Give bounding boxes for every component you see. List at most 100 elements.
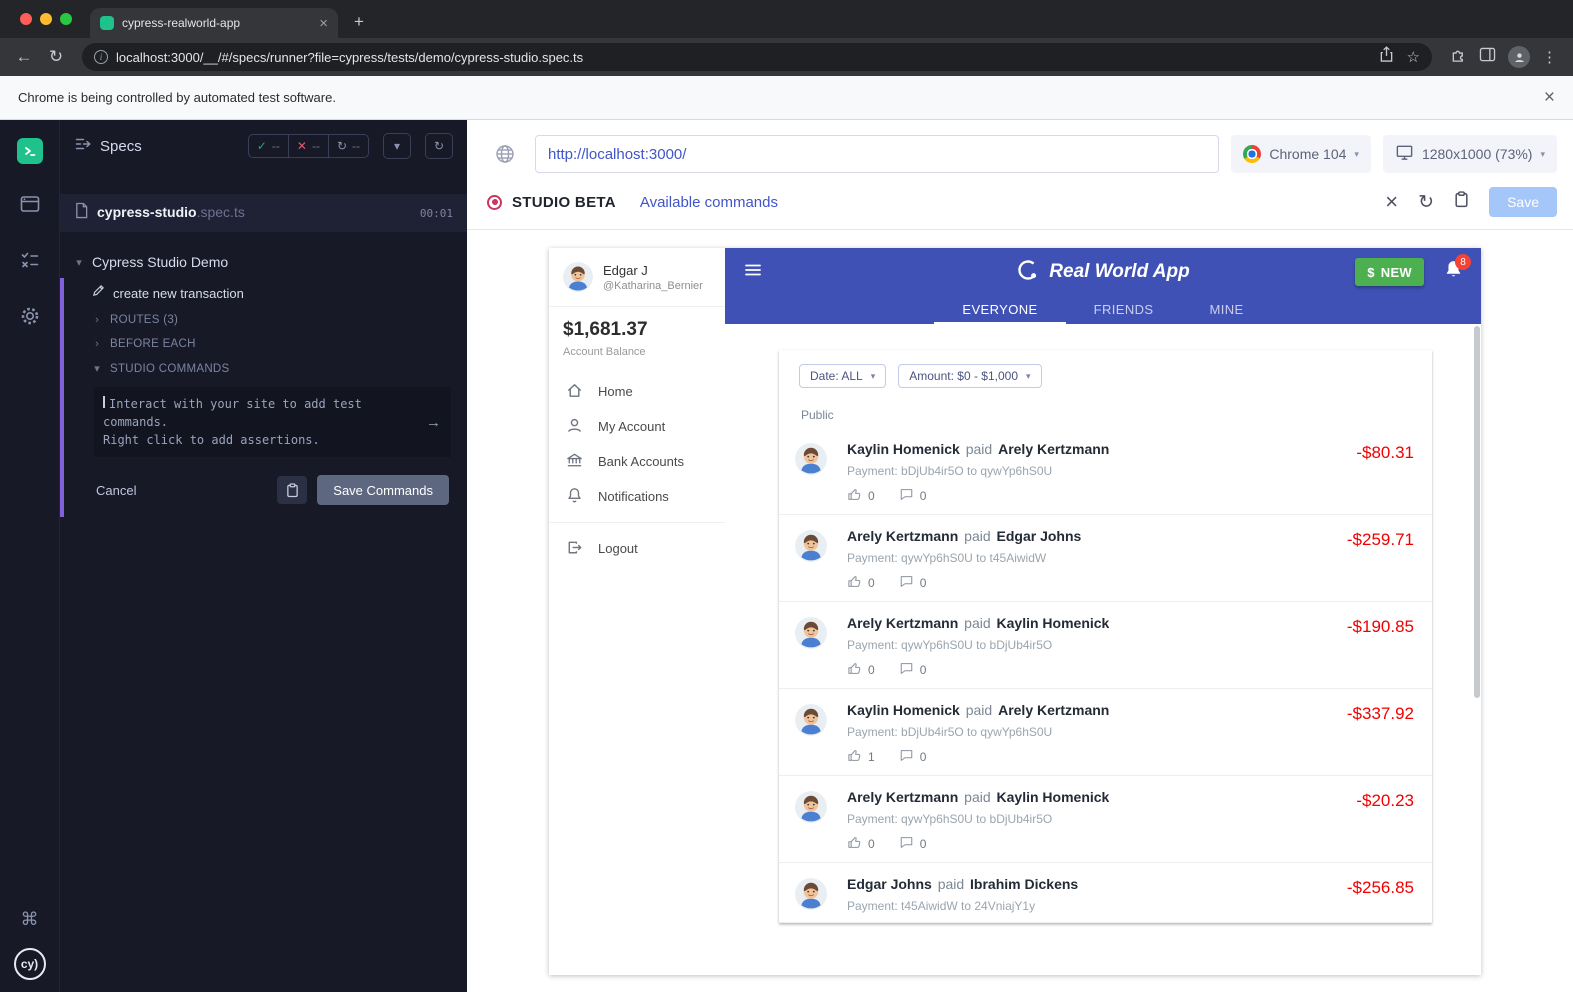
extensions-puzzle-icon[interactable] <box>1450 46 1467 68</box>
transaction-receiver[interactable]: Edgar Johns <box>997 528 1082 544</box>
test-row[interactable]: create new transaction <box>64 278 467 308</box>
transaction-title: Kaylin Homenick paid Arely Kertzmann <box>847 441 1336 457</box>
like-icon[interactable] <box>847 835 862 853</box>
browser-tab[interactable]: cypress-realworld-app × <box>90 8 338 38</box>
before-each-group-row[interactable]: › BEFORE EACH <box>64 332 467 356</box>
like-icon[interactable] <box>847 574 862 592</box>
transaction-receiver[interactable]: Kaylin Homenick <box>997 615 1110 631</box>
back-button[interactable]: ← <box>10 47 38 67</box>
studio-commands-group-row[interactable]: ▾ STUDIO COMMANDS <box>64 356 467 381</box>
transaction-row[interactable]: Arely Kertzmann paid Kaylin Homenick Pay… <box>779 602 1432 689</box>
nav-item-notifications[interactable]: Notifications <box>549 479 725 514</box>
comment-icon[interactable] <box>899 574 914 592</box>
test-results-icon[interactable] <box>19 249 41 276</box>
infobar-close-icon[interactable]: × <box>1544 87 1555 109</box>
site-info-icon[interactable]: i <box>94 50 108 64</box>
restart-studio-icon[interactable]: ↻ <box>1418 193 1434 212</box>
stat-pending[interactable]: ↻-- <box>329 135 368 157</box>
keyboard-shortcuts-icon[interactable]: ⌘ <box>21 909 39 930</box>
chevron-down-icon: ▾ <box>74 256 84 269</box>
comment-icon[interactable] <box>899 835 914 853</box>
comment-icon[interactable] <box>899 661 914 679</box>
transaction-row[interactable]: Kaylin Homenick paid Arely Kertzmann Pay… <box>779 428 1432 515</box>
close-studio-icon[interactable]: × <box>1385 191 1398 213</box>
like-icon[interactable] <box>847 661 862 679</box>
spec-file-row[interactable]: cypress-studio.spec.ts 00:01 <box>60 194 467 232</box>
amount-filter-chip[interactable]: Amount: $0 - $1,000 ▾ <box>898 364 1041 388</box>
maximize-window-button[interactable] <box>60 13 72 25</box>
tab-close-icon[interactable]: × <box>319 16 328 31</box>
cancel-button[interactable]: Cancel <box>96 483 267 498</box>
date-filter-chip[interactable]: Date: ALL ▾ <box>799 364 886 388</box>
viewport-select[interactable]: 1280x1000 (73%) ▾ <box>1383 135 1557 173</box>
like-icon[interactable] <box>847 748 862 766</box>
aut-url-input[interactable]: http://localhost:3000/ <box>535 135 1219 173</box>
settings-gear-icon[interactable] <box>19 305 41 332</box>
nav-item-my-account[interactable]: My Account <box>549 409 725 444</box>
cypress-app-icon[interactable] <box>17 138 43 164</box>
comment-icon[interactable] <box>899 487 914 505</box>
transaction-row[interactable]: Arely Kertzmann paid Edgar Johns Payment… <box>779 515 1432 602</box>
transaction-row[interactable]: Edgar Johns paid Ibrahim Dickens Payment… <box>779 863 1432 923</box>
stat-failed[interactable]: ✕-- <box>289 135 329 157</box>
comment-count: 0 <box>920 750 927 764</box>
filters-row: Date: ALL ▾ Amount: $0 - $1,000 ▾ <box>779 350 1432 388</box>
transaction-sender[interactable]: Kaylin Homenick <box>847 702 960 718</box>
transaction-receiver[interactable]: Arely Kertzmann <box>998 702 1109 718</box>
transaction-title: Edgar Johns paid Ibrahim Dickens <box>847 876 1327 892</box>
reload-button[interactable]: ↻ <box>42 47 70 67</box>
browser-select[interactable]: Chrome 104 ▾ <box>1231 135 1371 173</box>
transaction-receiver[interactable]: Kaylin Homenick <box>997 789 1110 805</box>
new-transaction-button[interactable]: $ NEW <box>1355 258 1424 286</box>
save-commands-button[interactable]: Save Commands <box>317 475 449 505</box>
transaction-sender[interactable]: Arely Kertzmann <box>847 789 958 805</box>
profile-avatar[interactable] <box>1508 46 1530 68</box>
browser-window-icon[interactable] <box>19 193 41 220</box>
transaction-sender[interactable]: Arely Kertzmann <box>847 615 958 631</box>
text-cursor <box>103 396 105 408</box>
rerun-tests-button[interactable]: ↻ <box>425 133 453 159</box>
specs-list-icon[interactable] <box>74 135 92 158</box>
transaction-sender[interactable]: Arely Kertzmann <box>847 528 958 544</box>
stat-passed[interactable]: ✓-- <box>249 135 289 157</box>
address-bar[interactable]: i localhost:3000/__/#/specs/runner?file=… <box>82 43 1432 71</box>
routes-group-row[interactable]: › ROUTES (3) <box>64 308 467 332</box>
like-icon[interactable] <box>847 487 862 505</box>
collapse-all-button[interactable]: ▾ <box>383 133 411 159</box>
copy-studio-icon[interactable] <box>1454 191 1469 213</box>
available-commands-link[interactable]: Available commands <box>640 194 778 211</box>
bookmark-star-icon[interactable]: ☆ <box>1407 48 1420 66</box>
reporter-header: Specs ✓-- ✕-- ↻-- ▾ ↻ <box>60 120 467 172</box>
globe-icon[interactable] <box>487 136 523 172</box>
close-window-button[interactable] <box>20 13 32 25</box>
bell-icon <box>565 486 584 508</box>
copy-commands-button[interactable] <box>277 476 307 504</box>
chevron-right-icon: › <box>92 338 102 350</box>
nav-item-logout[interactable]: Logout <box>549 531 725 566</box>
save-button[interactable]: Save <box>1489 187 1557 217</box>
comment-icon[interactable] <box>899 748 914 766</box>
transaction-avatar <box>795 704 827 736</box>
minimize-window-button[interactable] <box>40 13 52 25</box>
new-tab-button[interactable]: + <box>354 12 364 32</box>
transaction-sender[interactable]: Edgar Johns <box>847 876 932 892</box>
notifications-bell[interactable]: 8 <box>1444 259 1463 285</box>
transaction-row[interactable]: Kaylin Homenick paid Arely Kertzmann Pay… <box>779 689 1432 776</box>
tab-everyone[interactable]: EVERYONE <box>934 296 1065 324</box>
scrollbar-thumb[interactable] <box>1474 326 1480 698</box>
transaction-row[interactable]: Arely Kertzmann paid Kaylin Homenick Pay… <box>779 776 1432 863</box>
browser-menu-icon[interactable]: ⋮ <box>1542 48 1557 66</box>
transaction-sender[interactable]: Kaylin Homenick <box>847 441 960 457</box>
transaction-action: paid <box>964 789 990 805</box>
suite-row[interactable]: ▾ Cypress Studio Demo <box>60 248 467 276</box>
transaction-receiver[interactable]: Arely Kertzmann <box>998 441 1109 457</box>
transaction-receiver[interactable]: Ibrahim Dickens <box>970 876 1078 892</box>
nav-item-bank-accounts[interactable]: Bank Accounts <box>549 444 725 479</box>
share-icon[interactable] <box>1379 46 1394 68</box>
tab-mine[interactable]: MINE <box>1181 296 1271 324</box>
tab-friends[interactable]: FRIENDS <box>1066 296 1182 324</box>
hamburger-menu-icon[interactable] <box>743 260 763 285</box>
nav-item-home[interactable]: Home <box>549 374 725 409</box>
cypress-logo[interactable]: cy) <box>14 948 46 980</box>
side-panel-icon[interactable] <box>1479 47 1496 67</box>
